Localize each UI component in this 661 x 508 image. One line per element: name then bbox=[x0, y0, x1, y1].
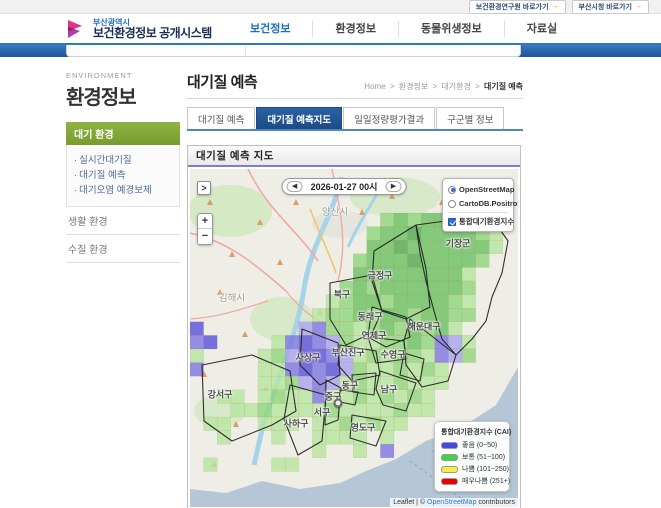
openstreetmap-link[interactable]: OpenStreetMap bbox=[427, 499, 476, 506]
busan-logo-icon bbox=[68, 19, 82, 38]
sidebar-item-air-alert[interactable]: · 대기오염 예경보제 bbox=[74, 183, 172, 198]
legend-item-bad: 나쁨 (101~250) bbox=[441, 464, 509, 474]
breadcrumb-home[interactable]: Home bbox=[364, 82, 385, 91]
bullet-icon: · bbox=[74, 185, 78, 196]
sidebar: ENVIRONMENT 환경정보 대기 환경 · 실시간대기질 · 대기질 예측 ·… bbox=[66, 71, 180, 263]
tab-bar: 대기질 예측 대기질 예측지도 일일정량평가결과 구군별 정보 bbox=[187, 107, 523, 131]
sidebar-item-label: 대기오염 예경보제 bbox=[79, 185, 152, 196]
breadcrumb-separator: > bbox=[432, 82, 438, 91]
sidebar-item-realtime-air[interactable]: · 실시간대기질 bbox=[74, 153, 172, 168]
breadcrumb-separator: > bbox=[475, 82, 480, 91]
subnav-divider bbox=[245, 46, 246, 56]
legend-title: 통합대기환경지수 (CAI) bbox=[441, 429, 512, 436]
global-nav: 보건정보 환경정보 동물위생정보 자료실 bbox=[228, 21, 579, 37]
legend-label: 보통 (51~100) bbox=[462, 454, 506, 461]
legend-label: 좋음 (0~50) bbox=[462, 442, 498, 449]
breadcrumb-separator: > bbox=[389, 82, 395, 91]
cai-legend: 통합대기환경지수 (CAI) 좋음 (0~50) 보통 (51~100) 나쁨 … bbox=[434, 421, 512, 492]
logo-system-text: 보건환경정보 공개시스템 bbox=[93, 25, 212, 40]
zoom-control: + − bbox=[197, 213, 213, 245]
sidebar-section-living[interactable]: 생활 환경 bbox=[66, 207, 180, 235]
arrow-right-icon: → bbox=[635, 3, 642, 10]
nav-environment-info[interactable]: 환경정보 bbox=[312, 21, 397, 37]
research-institute-link-label: 보건환경연구원 바로가기 bbox=[475, 3, 549, 11]
main-content: 대기질 예측 Home > 환경정보 > 대기환경 > 대기질 예측 대기질 예… bbox=[187, 71, 523, 508]
legend-label: 나쁨 (101~250) bbox=[462, 466, 509, 473]
prev-time-button[interactable]: ◀ bbox=[286, 181, 303, 192]
legend-item-moderate: 보통 (51~100) bbox=[441, 452, 506, 462]
sidebar-item-label: 대기질 예측 bbox=[79, 170, 126, 181]
baselayer-label: OpenStreetMap bbox=[459, 185, 515, 194]
radio-unselected-icon[interactable] bbox=[448, 199, 456, 208]
baselayer-cartodb[interactable]: CartoDB.Positron bbox=[448, 198, 518, 209]
map-panel: 대기질 예측 지도 양산시 김해시 기장군 금정구 북구 동래구 해운대구 연제… bbox=[187, 145, 521, 508]
nav-animal-hygiene-info[interactable]: 동물위생정보 bbox=[397, 21, 504, 37]
tab-air-forecast[interactable]: 대기질 예측 bbox=[187, 107, 256, 129]
next-time-button[interactable]: ▶ bbox=[385, 181, 402, 192]
zoom-out-button[interactable]: − bbox=[198, 229, 212, 244]
breadcrumb: Home > 환경정보 > 대기환경 > 대기질 예측 bbox=[364, 81, 523, 92]
legend-label: 매우나쁨 (251+) bbox=[462, 478, 511, 485]
map-attribution: Leaflet | © OpenStreetMap contributors bbox=[390, 498, 518, 507]
tab-district-info[interactable]: 구군별 정보 bbox=[436, 107, 505, 129]
breadcrumb-env[interactable]: 환경정보 bbox=[399, 82, 428, 91]
sidebar-eyebrow: ENVIRONMENT bbox=[66, 71, 133, 80]
leaflet-map[interactable]: 양산시 김해시 기장군 금정구 북구 동래구 해운대구 연제구 부산진구 수영구… bbox=[190, 169, 518, 507]
legend-swatch-blue bbox=[441, 441, 458, 449]
breadcrumb-air[interactable]: 대기환경 bbox=[441, 82, 470, 91]
map-panel-title: 대기질 예측 지도 bbox=[196, 150, 274, 162]
layer-control: OpenStreetMap CartoDB.Positron 통합대기환경지수 bbox=[442, 178, 518, 232]
breadcrumb-current: 대기질 예측 bbox=[483, 82, 523, 91]
top-utility-bar: 보건환경연구원 바로가기 → 부산시청 바로가기 → bbox=[0, 0, 661, 14]
legend-item-very-bad: 매우나쁨 (251+) bbox=[441, 476, 510, 486]
sidebar-expand-button[interactable]: > bbox=[197, 181, 211, 195]
city-hall-link[interactable]: 부산시청 바로가기 → bbox=[571, 0, 649, 14]
overlay-cai[interactable]: 통합대기환경지수 bbox=[448, 216, 514, 227]
radio-selected-icon[interactable] bbox=[448, 185, 456, 194]
sidebar-air-menu: · 실시간대기질 · 대기질 예측 · 대기오염 예경보제 bbox=[66, 145, 180, 207]
legend-swatch-yellow bbox=[441, 465, 458, 473]
tab-air-forecast-map[interactable]: 대기질 예측지도 bbox=[256, 107, 343, 129]
layer-control-divider bbox=[448, 212, 508, 213]
forecast-datetime: 2026-01-27 00시 bbox=[310, 182, 378, 192]
city-hall-link-label: 부산시청 바로가기 bbox=[578, 3, 632, 11]
sidebar-title: 환경정보 bbox=[66, 87, 137, 109]
bullet-icon: · bbox=[74, 155, 78, 166]
city-hall-marker-icon[interactable] bbox=[333, 398, 343, 408]
subnav-band bbox=[0, 45, 661, 57]
sidebar-section-air[interactable]: 대기 환경 bbox=[66, 122, 180, 145]
baselayer-label: CartoDB.Positron bbox=[459, 199, 518, 208]
attribution-suffix: contributors bbox=[476, 499, 515, 506]
tab-daily-evaluation[interactable]: 일일정량평가결과 bbox=[343, 107, 436, 129]
attribution-prefix: Leaflet | © bbox=[393, 499, 428, 506]
sidebar-item-label: 실시간대기질 bbox=[79, 155, 132, 166]
page-title: 대기질 예측 bbox=[187, 74, 258, 91]
forecast-time-control: ◀ 2026-01-27 00시 ▶ bbox=[281, 178, 407, 195]
checkbox-checked-icon[interactable] bbox=[448, 217, 456, 226]
site-header: 부산광역시 보건환경정보 공개시스템 보건정보 환경정보 동물위생정보 자료실 bbox=[0, 14, 661, 43]
baselayer-openstreetmap[interactable]: OpenStreetMap bbox=[448, 184, 514, 195]
bullet-icon: · bbox=[74, 170, 78, 181]
site-logo[interactable]: 부산광역시 보건환경정보 공개시스템 bbox=[66, 18, 212, 40]
arrow-right-icon: → bbox=[551, 3, 559, 10]
nav-library[interactable]: 자료실 bbox=[503, 21, 579, 37]
sidebar-item-air-forecast[interactable]: · 대기질 예측 bbox=[74, 168, 172, 183]
legend-swatch-red bbox=[441, 477, 458, 485]
nav-health-info[interactable]: 보건정보 bbox=[228, 21, 312, 37]
legend-swatch-green bbox=[441, 453, 458, 461]
overlay-label: 통합대기환경지수 bbox=[459, 217, 515, 226]
sidebar-section-water[interactable]: 수질 환경 bbox=[66, 235, 180, 263]
legend-item-good: 좋음 (0~50) bbox=[441, 440, 503, 450]
research-institute-link[interactable]: 보건환경연구원 바로가기 → bbox=[468, 0, 566, 14]
zoom-in-button[interactable]: + bbox=[198, 214, 212, 229]
subnav-dropdown-panel bbox=[66, 45, 521, 57]
